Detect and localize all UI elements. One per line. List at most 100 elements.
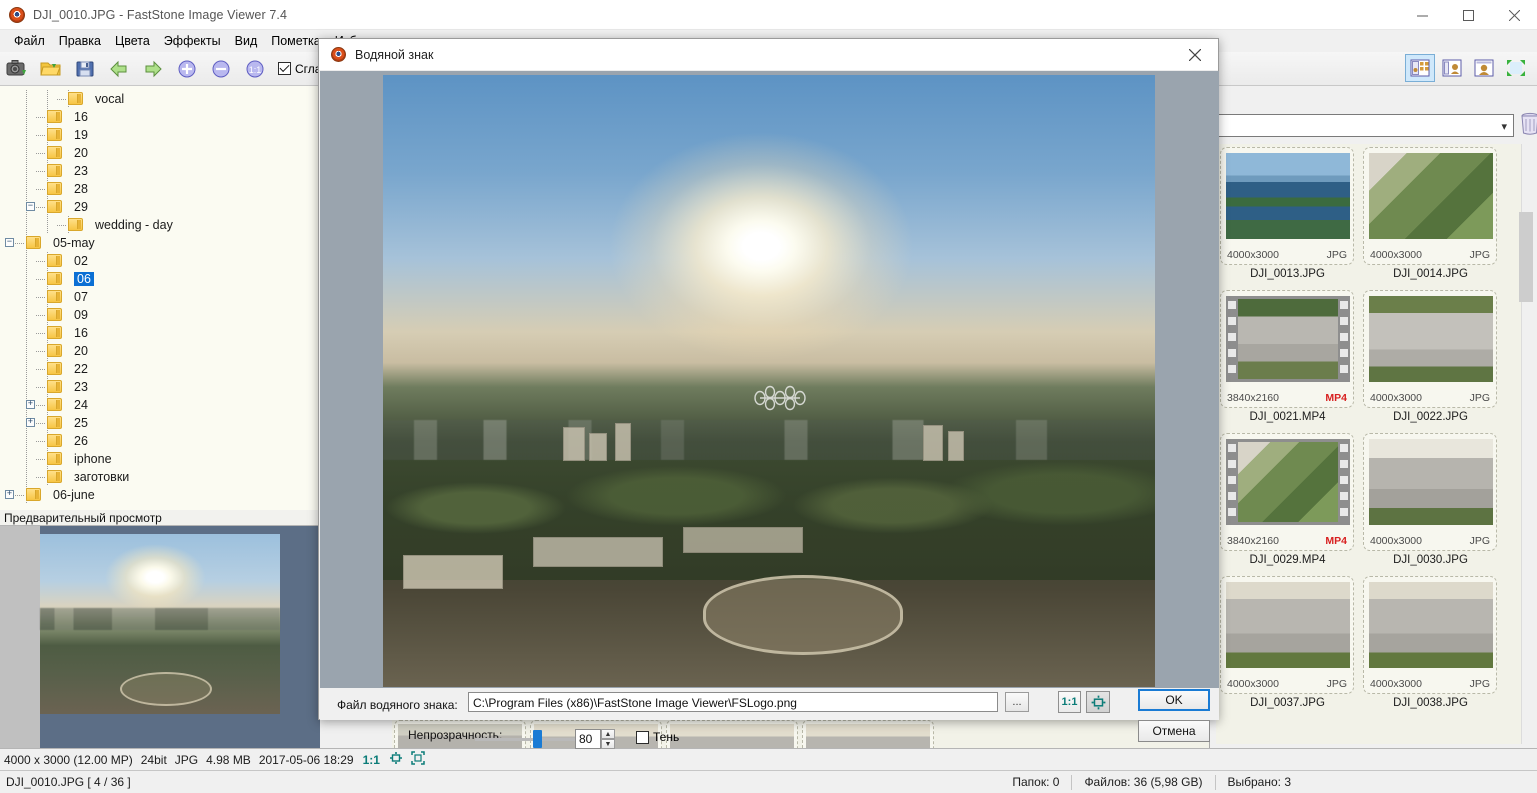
dialog-preview-canvas[interactable]: [320, 71, 1219, 688]
trash-icon[interactable]: [1520, 112, 1537, 139]
next-icon[interactable]: [136, 54, 170, 84]
tree-item-24[interactable]: +24: [0, 396, 319, 414]
folder-icon: [47, 344, 62, 357]
tree-item-25[interactable]: +25: [0, 414, 319, 432]
expand-icon[interactable]: +: [26, 418, 35, 427]
folder-icon: [47, 200, 62, 213]
watermark-dialog: Водяной знак Файл водяного знака: C:\Pro…: [318, 38, 1219, 749]
menu-effects[interactable]: Эффекты: [157, 32, 228, 50]
view-preview-icon[interactable]: [1469, 54, 1499, 82]
zoom-in-icon[interactable]: [170, 54, 204, 84]
tree-item-07[interactable]: 07: [0, 288, 319, 306]
tree-connector: [36, 351, 46, 352]
watermark-file-input[interactable]: C:\Program Files (x86)\FastStone Image V…: [468, 692, 998, 712]
zoom-1-1-button[interactable]: 1:1: [1058, 691, 1081, 713]
tree-item-23[interactable]: 23: [0, 162, 319, 180]
camera-capture-icon[interactable]: [0, 54, 34, 84]
close-icon[interactable]: [1491, 0, 1537, 30]
tree-item-iphone[interactable]: iphone: [0, 450, 319, 468]
thumbnail-box[interactable]: 4000x3000 JPG: [1220, 147, 1354, 265]
view-list-icon[interactable]: [1437, 54, 1467, 82]
previous-icon[interactable]: [102, 54, 136, 84]
browse-button[interactable]: ...: [1005, 692, 1029, 712]
tree-item-26[interactable]: 26: [0, 432, 319, 450]
tree-item-09[interactable]: 09: [0, 306, 319, 324]
tree-item-16[interactable]: 16: [0, 324, 319, 342]
thumbnail-dimensions: 4000x3000: [1370, 249, 1422, 261]
thumbnail-box[interactable]: 4000x3000 JPG: [1220, 576, 1354, 694]
thumbnail-item[interactable]: 3840x2160 MP4 DJI_0029.MP4: [1216, 430, 1359, 573]
thumbnail-item[interactable]: 4000x3000 JPG DJI_0022.JPG: [1359, 287, 1502, 430]
tree-item-28[interactable]: 28: [0, 180, 319, 198]
shadow-checkbox[interactable]: Тень: [636, 730, 679, 744]
opacity-value-input[interactable]: 80: [575, 729, 601, 749]
tree-item-06[interactable]: 06: [0, 270, 319, 288]
tree-item-19[interactable]: 19: [0, 126, 319, 144]
tree-item-wedding---day[interactable]: wedding - day: [0, 216, 319, 234]
watermark-file-label: Файл водяного знака:: [337, 698, 458, 712]
address-input[interactable]: ▾: [1214, 114, 1514, 137]
close-icon[interactable]: [1172, 39, 1218, 71]
thumbnail-item[interactable]: 4000x3000 JPG DJI_0038.JPG: [1359, 573, 1502, 716]
ok-button[interactable]: OK: [1138, 689, 1210, 711]
zoom-out-icon[interactable]: [204, 54, 238, 84]
maximize-icon[interactable]: [1445, 0, 1491, 30]
tree-item-заготовки[interactable]: заготовки: [0, 468, 319, 486]
tree-item-20[interactable]: 20: [0, 144, 319, 162]
thumbnail-box[interactable]: 4000x3000 JPG: [1363, 147, 1497, 265]
opacity-stepper[interactable]: ▲ ▼: [601, 729, 615, 749]
thumbnail-grid[interactable]: 4000x3000 JPG DJI_0013.JPG 4000x3000 JPG DJI_…: [1216, 144, 1522, 744]
chevron-down-icon[interactable]: ▾: [1501, 120, 1507, 133]
collapse-icon[interactable]: −: [5, 238, 14, 247]
fit-to-window-icon[interactable]: [1086, 691, 1110, 713]
cancel-button[interactable]: Отмена: [1138, 720, 1210, 742]
tree-item-06-june[interactable]: +06-june: [0, 486, 319, 504]
open-folder-icon[interactable]: [34, 54, 68, 84]
fullscreen-icon[interactable]: [1501, 54, 1531, 82]
menu-colors[interactable]: Цвета: [108, 32, 157, 50]
thumbnail-box[interactable]: 4000x3000 JPG: [1363, 576, 1497, 694]
menu-view[interactable]: Вид: [228, 32, 265, 50]
tree-item-02[interactable]: 02: [0, 252, 319, 270]
fit-to-window-icon[interactable]: [385, 751, 407, 768]
opacity-slider-thumb[interactable]: [533, 730, 542, 748]
actual-size-icon[interactable]: 1:1: [238, 54, 272, 84]
tree-item-23[interactable]: 23: [0, 378, 319, 396]
stepper-down-icon[interactable]: ▼: [601, 739, 615, 749]
minimize-icon[interactable]: [1399, 0, 1445, 30]
thumbnail-dimensions: 4000x3000: [1227, 249, 1279, 261]
thumbnail-item[interactable]: 4000x3000 JPG DJI_0030.JPG: [1359, 430, 1502, 573]
thumbnail-box[interactable]: 3840x2160 MP4: [1220, 433, 1354, 551]
tree-item-label: 02: [74, 254, 88, 268]
expand-icon[interactable]: +: [26, 400, 35, 409]
tree-item-05-may[interactable]: − 05-may: [0, 234, 319, 252]
filmstrip[interactable]: [392, 718, 1209, 748]
thumbnail-box[interactable]: 3840x2160 MP4: [1220, 290, 1354, 408]
tree-item-16[interactable]: 16: [0, 108, 319, 126]
tree-item-22[interactable]: 22: [0, 360, 319, 378]
thumbnail-scrollbar[interactable]: [1519, 144, 1535, 744]
fullscreen-status-icon[interactable]: [407, 751, 429, 768]
tree-item-29[interactable]: − 29: [0, 198, 319, 216]
thumbnail-box[interactable]: 4000x3000 JPG: [1363, 290, 1497, 408]
thumbnail-item[interactable]: 3840x2160 MP4 DJI_0021.MP4: [1216, 287, 1359, 430]
tree-item-20[interactable]: 20: [0, 342, 319, 360]
scrollbar-thumb[interactable]: [1519, 212, 1533, 302]
view-thumbnails-icon[interactable]: [1405, 54, 1435, 82]
tree-item-label: 06-june: [53, 488, 95, 502]
menu-edit[interactable]: Правка: [52, 32, 108, 50]
preview-pane[interactable]: [0, 526, 320, 748]
filmstrip-item[interactable]: [802, 720, 934, 748]
thumbnail-box[interactable]: 4000x3000 JPG: [1363, 433, 1497, 551]
expand-icon[interactable]: +: [5, 490, 14, 499]
save-icon[interactable]: [68, 54, 102, 84]
tree-item-vocal[interactable]: vocal: [0, 90, 319, 108]
folder-tree-panel[interactable]: vocal 16 19 20 23 28 − 29 wedding - day − 05-may 02…: [0, 86, 320, 510]
stepper-up-icon[interactable]: ▲: [601, 729, 615, 739]
thumbnail-item[interactable]: 4000x3000 JPG DJI_0014.JPG: [1359, 144, 1502, 287]
menu-file[interactable]: Файл: [7, 32, 52, 50]
thumbnail-item[interactable]: 4000x3000 JPG DJI_0037.JPG: [1216, 573, 1359, 716]
filmstrip-item[interactable]: [666, 720, 798, 748]
thumbnail-item[interactable]: 4000x3000 JPG DJI_0013.JPG: [1216, 144, 1359, 287]
collapse-icon[interactable]: −: [26, 202, 35, 211]
